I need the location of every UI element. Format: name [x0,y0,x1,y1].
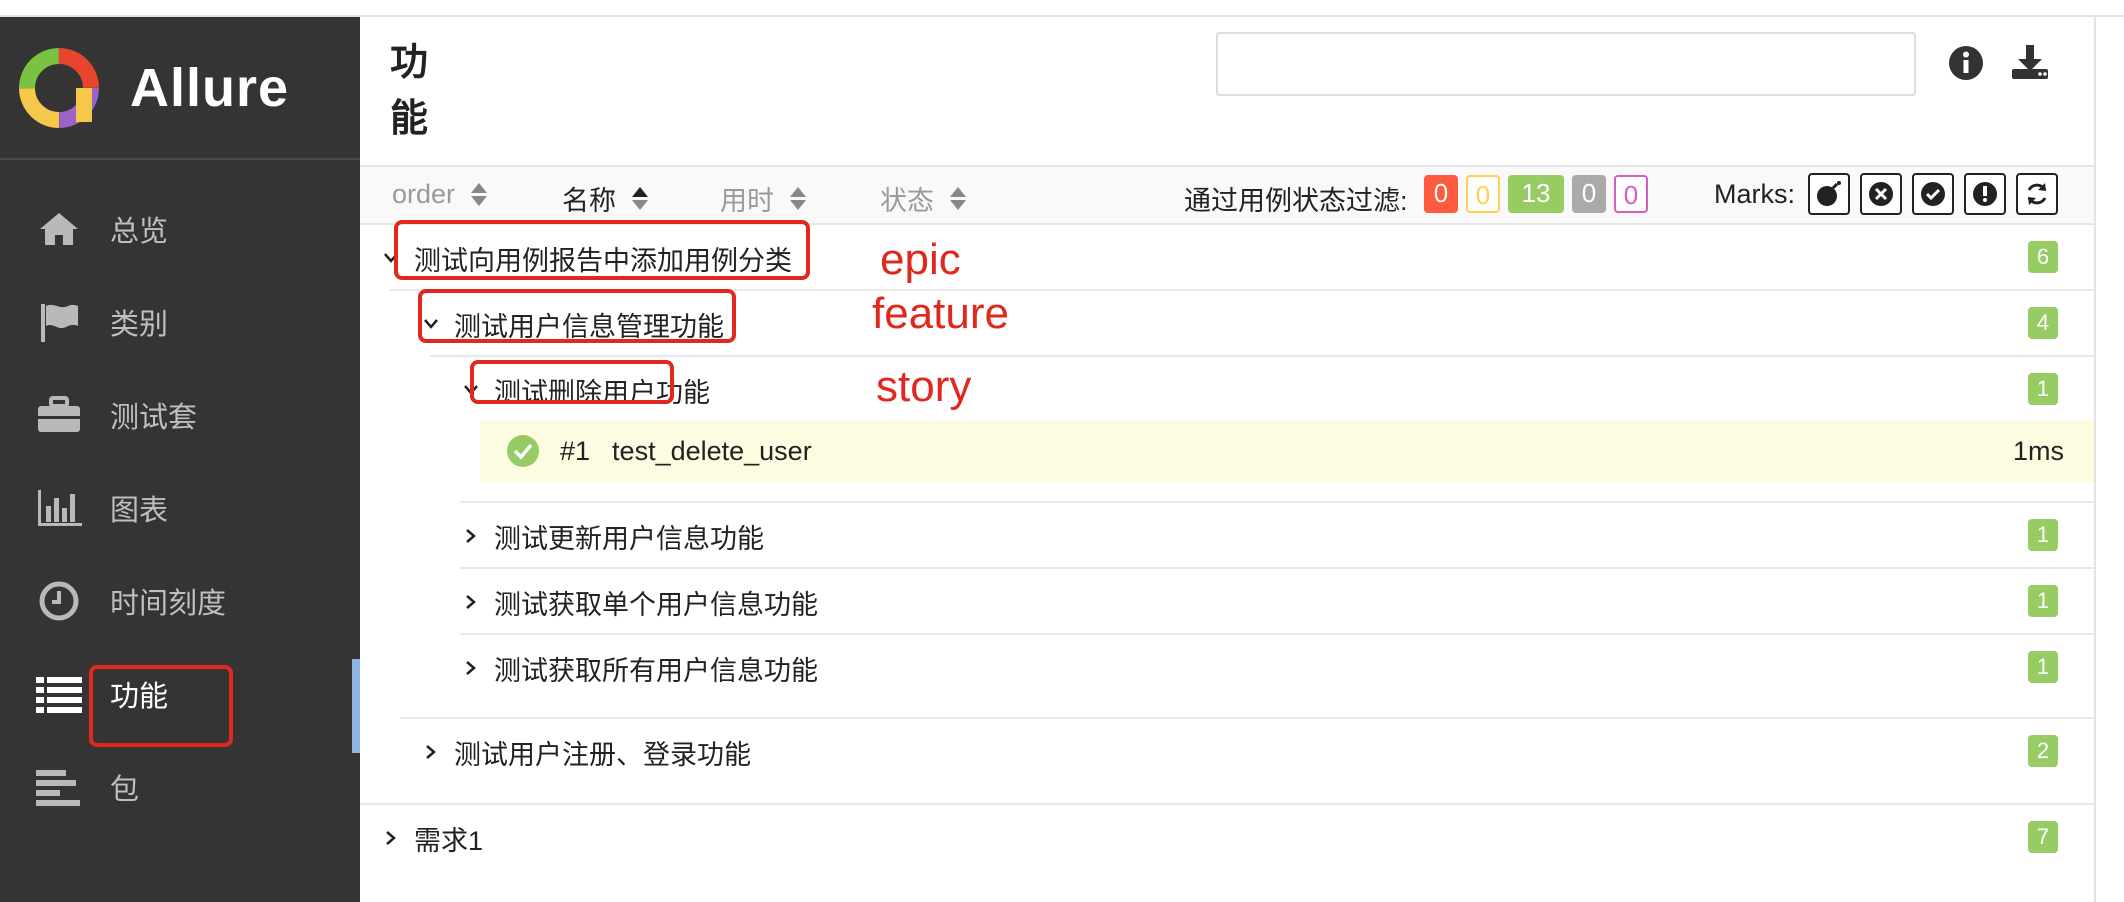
filter-failed[interactable]: 0 [1424,175,1458,213]
sort-icon [632,187,648,210]
refresh-icon[interactable] [2016,173,2058,215]
story-count-badge: 1 [2028,651,2058,683]
filter-passed[interactable]: 13 [1508,175,1564,213]
tree-header: order 名称 用时 状态 通过用例状态过滤: 0 0 13 0 0 Mark… [360,165,2094,225]
sidebar-item-label: 图表 [110,494,169,527]
home-icon [36,206,82,252]
sidebar-item-graphs[interactable]: 图表 [0,461,360,554]
chevron-right-icon [382,829,400,847]
sort-icon [950,187,966,210]
story-label: 测试获取所有用户信息功能 [494,655,818,686]
story-label: 测试获取单个用户信息功能 [494,589,818,620]
sidebar-item-label: 时间刻度 [110,587,227,620]
bar-chart-icon [36,485,82,531]
download-icon[interactable] [2010,43,2054,87]
chevron-right-icon [422,743,440,761]
tree-story-row[interactable]: 测试获取所有用户信息功能 [462,635,2094,701]
column-order[interactable]: order [392,179,488,210]
info-icon[interactable] [1946,43,1990,87]
page-title: 功能 [390,42,429,140]
status-filter-label: 通过用例状态过滤: [1184,186,1408,216]
sidebar-item-label: 类别 [110,308,169,341]
search-input[interactable] [1216,32,1916,96]
check-circle-icon[interactable] [1912,173,1954,215]
chevron-right-icon [462,593,480,611]
sidebar-item-overview[interactable]: 总览 [0,182,360,275]
tree-story-row[interactable]: 测试更新用户信息功能 [462,503,2094,569]
feature-count-badge: 4 [2028,307,2058,339]
story-label: 测试更新用户信息功能 [494,523,764,554]
times-circle-icon[interactable] [1860,173,1902,215]
sidebar-item-packages[interactable]: 包 [0,740,360,833]
filter-unknown[interactable]: 0 [1614,175,1648,213]
filter-broken[interactable]: 0 [1466,175,1500,213]
column-name[interactable]: 名称 [562,179,648,218]
annotation-box-epic [394,220,810,280]
annotation-box-feature [418,289,736,343]
tree-story-row[interactable]: 测试获取单个用户信息功能 [462,569,2094,635]
allure-logo [18,47,100,129]
annotation-label-story: story [876,362,972,411]
clock-icon [36,578,82,624]
marks-label: Marks: [1714,179,1795,209]
page-header: 功能 [360,17,2094,167]
tree-story-row[interactable]: 测试删除用户功能 [462,357,2094,423]
sidebar-item-label: 测试套 [110,401,198,434]
passed-status-icon [506,434,540,468]
epic-count-badge: 6 [2028,241,2058,273]
chevron-right-icon [462,659,480,677]
list-icon [36,671,82,717]
sidebar-item-label: 包 [110,773,140,806]
allure-report: Allure 总览 类别 测试套 图表 时间刻度 功能 包 功能 order 名… [0,0,2124,902]
sort-icon [471,183,488,206]
briefcase-icon [36,392,82,438]
feature-label: 测试用户注册、登录功能 [454,739,751,770]
sidebar: Allure 总览 类别 测试套 图表 时间刻度 功能 包 [0,17,360,902]
epic-label: 需求1 [414,825,484,856]
brand[interactable]: Allure [0,17,360,160]
active-indicator [352,659,360,753]
sidebar-item-categories[interactable]: 类别 [0,275,360,368]
filter-skipped[interactable]: 0 [1572,175,1606,213]
chevron-right-icon [462,527,480,545]
flag-icon [36,299,82,345]
exclamation-circle-icon[interactable] [1964,173,2006,215]
test-case-row[interactable]: #1 test_delete_user 1ms [480,420,2094,482]
annotation-box-story [470,360,674,404]
app-name: Allure [130,57,290,118]
sidebar-item-suites[interactable]: 测试套 [0,368,360,461]
test-case-duration: 1ms [2012,435,2064,466]
story-count-badge: 1 [2028,585,2058,617]
test-case-name: test_delete_user [612,435,812,466]
column-status[interactable]: 状态 [880,179,966,218]
sort-icon [790,187,806,210]
annotation-label-feature: feature [872,289,1009,338]
epic-count-badge: 7 [2028,821,2058,853]
window-right-edge [2094,17,2124,902]
feature-count-badge: 2 [2028,735,2058,767]
column-duration[interactable]: 用时 [720,179,806,218]
main-content: 功能 order 名称 用时 状态 通过用例状态过滤: 0 0 13 0 0 M… [360,17,2094,902]
align-left-icon [36,764,82,810]
sidebar-item-timeline[interactable]: 时间刻度 [0,554,360,647]
story-count-badge: 1 [2028,519,2058,551]
tree-epic-row[interactable]: 需求1 [382,805,2094,871]
window-top-border [0,0,2124,17]
annotation-highlight-behaviors [89,665,233,747]
story-count-badge: 1 [2028,373,2058,405]
bomb-icon[interactable] [1808,173,1850,215]
test-case-order: #1 [560,435,591,466]
tree-feature-row[interactable]: 测试用户注册、登录功能 [422,719,2094,785]
sidebar-item-label: 总览 [110,215,169,248]
annotation-label-epic: epic [880,235,961,284]
